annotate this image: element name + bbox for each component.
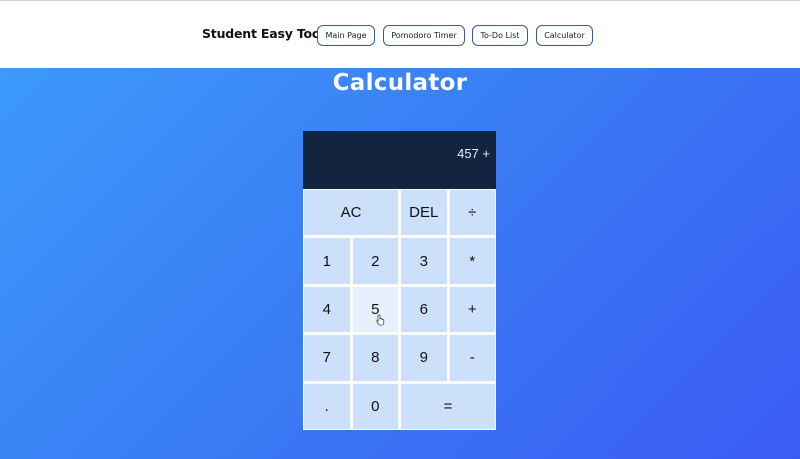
equals-key[interactable]: =: [400, 382, 496, 430]
brand-title: Student Easy Tools: [202, 26, 332, 41]
digit-3-key[interactable]: 3: [400, 237, 448, 285]
nav-pomodoro-timer-button[interactable]: Pomodoro Timer: [383, 25, 465, 46]
hand-pointer-icon: [376, 314, 385, 326]
calculator: 457 + AC DEL ÷ 1 2 3 * 4 5 6 + 7 8 9 - .…: [303, 131, 496, 430]
digit-5-key[interactable]: 5: [351, 285, 399, 334]
subtract-key[interactable]: -: [448, 334, 496, 382]
digit-1-key[interactable]: 1: [303, 237, 351, 285]
digit-9-key[interactable]: 9: [400, 334, 448, 382]
nav-todo-list-button[interactable]: To-Do List: [472, 25, 528, 46]
top-navigation-bar: Student Easy Tools Main Page Pomodoro Ti…: [0, 0, 800, 68]
digit-8-key[interactable]: 8: [351, 334, 399, 382]
add-key[interactable]: +: [448, 285, 496, 334]
nav-calculator-button[interactable]: Calculator: [536, 25, 593, 46]
calculator-display: 457 +: [303, 131, 496, 189]
calculator-keypad: AC DEL ÷ 1 2 3 * 4 5 6 + 7 8 9 - . 0 =: [303, 189, 496, 430]
clear-all-key[interactable]: AC: [303, 189, 399, 237]
digit-2-key[interactable]: 2: [351, 237, 399, 285]
digit-6-key[interactable]: 6: [400, 285, 448, 334]
multiply-key[interactable]: *: [448, 237, 496, 285]
delete-key[interactable]: DEL: [400, 189, 448, 237]
decimal-point-key[interactable]: .: [303, 382, 351, 430]
divide-key[interactable]: ÷: [448, 189, 496, 237]
digit-4-key[interactable]: 4: [303, 285, 351, 334]
page-title: Calculator: [332, 70, 468, 96]
digit-7-key[interactable]: 7: [303, 334, 351, 382]
nav-main-page-button[interactable]: Main Page: [317, 25, 375, 46]
digit-0-key[interactable]: 0: [351, 382, 399, 430]
